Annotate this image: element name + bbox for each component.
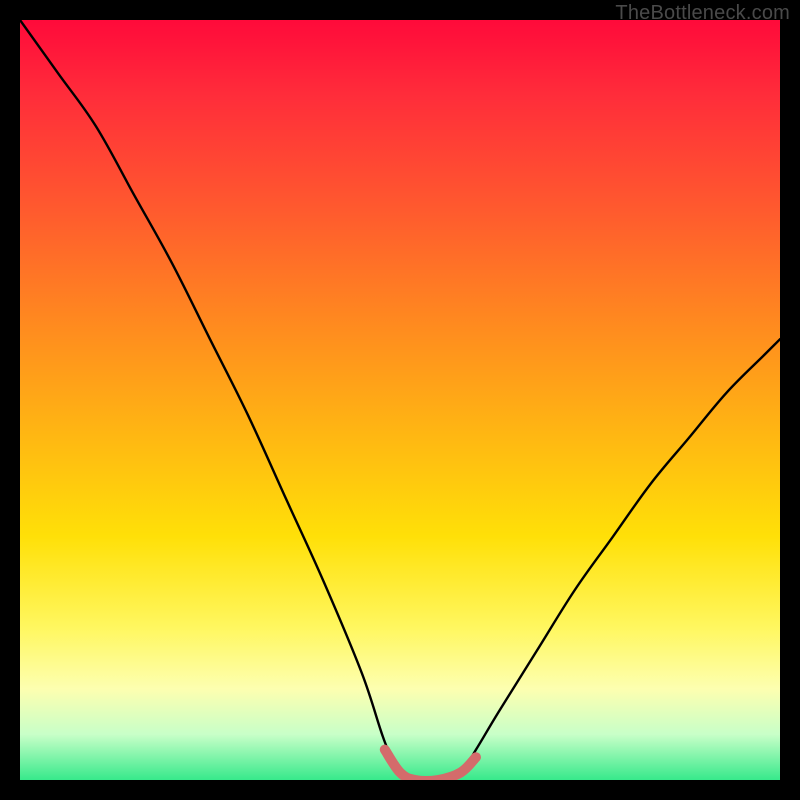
chart-frame: TheBottleneck.com — [0, 0, 800, 800]
bottleneck-curve — [20, 20, 780, 780]
chart-svg — [20, 20, 780, 780]
optimal-band — [385, 750, 476, 780]
plot-area — [20, 20, 780, 780]
